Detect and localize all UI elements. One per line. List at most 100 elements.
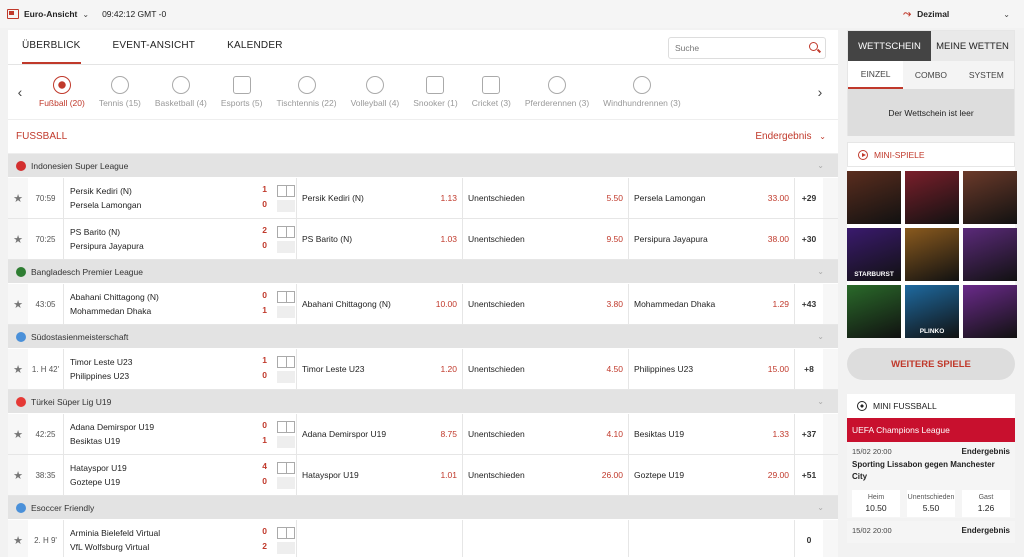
chevron-down-icon[interactable]: ⌄ — [82, 10, 89, 19]
view-selector[interactable]: Euro-Ansicht — [24, 9, 77, 19]
chevron-down-icon[interactable]: ⌄ — [1003, 10, 1010, 19]
league-header[interactable]: Esoccer Friendly ⌄ — [8, 496, 838, 520]
odd-draw-button[interactable]: Unentschieden 3.80 — [463, 284, 629, 324]
odd-away-button[interactable]: Besiktas U19 1.33 — [629, 414, 795, 454]
chevron-left-icon[interactable]: ‹ — [8, 84, 32, 100]
more-markets-button[interactable]: +43 — [795, 284, 823, 324]
match-teams[interactable]: Arminia Bielefeld Virtual VfL Wolfsburg … — [64, 520, 275, 557]
odd-home-button[interactable]: Heim 10.50 — [852, 490, 900, 517]
star-icon[interactable]: ★ — [8, 298, 28, 311]
live-pitch-icon[interactable] — [275, 349, 297, 389]
more-markets-button[interactable]: +51 — [795, 455, 823, 495]
odd-draw-button[interactable] — [463, 520, 629, 557]
tab-event-view[interactable]: EVENT-ANSICHT — [113, 40, 196, 64]
chevron-down-icon[interactable]: ⌄ — [817, 397, 824, 406]
sport-horse-racing[interactable]: Pferderennen (3) — [518, 76, 596, 108]
odd-away-button[interactable] — [629, 520, 795, 557]
odd-home-button[interactable]: Abahani Chittagong (N) 10.00 — [297, 284, 463, 324]
league-header[interactable]: Indonesien Super League ⌄ — [8, 154, 838, 178]
league-header[interactable]: Südostasienmeisterschaft ⌄ — [8, 325, 838, 349]
game-tile[interactable]: STARBURST — [847, 228, 901, 281]
tab-combo[interactable]: COMBO — [903, 61, 959, 89]
star-icon[interactable]: ★ — [8, 428, 28, 441]
more-games-button[interactable]: WEITERE SPIELE — [847, 348, 1015, 380]
live-pitch-icon[interactable] — [275, 455, 297, 495]
sport-soccer[interactable]: Fußball (20) — [32, 76, 92, 108]
game-tile[interactable] — [847, 171, 901, 224]
odd-draw-button[interactable]: Unentschieden 4.50 — [463, 349, 629, 389]
game-tile[interactable]: PLINKO — [905, 285, 959, 338]
more-markets-button[interactable]: +30 — [795, 219, 823, 259]
tab-calendar[interactable]: KALENDER — [227, 40, 283, 64]
chevron-down-icon[interactable]: ⌄ — [817, 267, 824, 276]
search-icon[interactable] — [809, 42, 818, 51]
odd-home-button[interactable]: Adana Demirspor U19 8.75 — [297, 414, 463, 454]
tab-my-bets[interactable]: MEINE WETTEN — [931, 31, 1014, 61]
sport-esports[interactable]: Esports (5) — [214, 76, 270, 108]
odds-format-selector[interactable]: Dezimal — [917, 9, 949, 19]
odd-home-button[interactable]: Persik Kediri (N) 1.13 — [297, 178, 463, 218]
odd-away-button[interactable]: Gast 1.26 — [962, 490, 1010, 517]
sport-greyhound-racing[interactable]: Windhundrennen (3) — [596, 76, 688, 108]
live-pitch-icon[interactable] — [275, 219, 297, 259]
chevron-right-icon[interactable]: › — [808, 84, 832, 100]
sport-snooker[interactable]: Snooker (1) — [406, 76, 464, 108]
match-teams[interactable]: Timor Leste U23 Philippines U23 1 0 — [64, 349, 275, 389]
star-icon[interactable]: ★ — [8, 469, 28, 482]
match-teams[interactable]: Hatayspor U19 Goztepe U19 4 0 — [64, 455, 275, 495]
chevron-down-icon[interactable]: ⌄ — [817, 161, 824, 170]
odd-draw-button[interactable]: Unentschieden 5.50 — [907, 490, 955, 517]
match-teams[interactable]: Abahani Chittagong (N) Mohammedan Dhaka … — [64, 284, 275, 324]
more-markets-button[interactable]: 0 — [795, 520, 823, 557]
sport-tennis[interactable]: Tennis (15) — [92, 76, 148, 108]
league-header[interactable]: Bangladesch Premier League ⌄ — [8, 260, 838, 284]
odd-home-button[interactable]: Timor Leste U23 1.20 — [297, 349, 463, 389]
star-icon[interactable]: ★ — [8, 363, 28, 376]
sport-basketball[interactable]: Basketball (4) — [148, 76, 214, 108]
game-tile[interactable] — [963, 285, 1017, 338]
odd-away-button[interactable]: Persela Lamongan 33.00 — [629, 178, 795, 218]
game-tile[interactable] — [847, 285, 901, 338]
odd-draw-button[interactable]: Unentschieden 9.50 — [463, 219, 629, 259]
odd-away-button[interactable]: Persipura Jayapura 38.00 — [629, 219, 795, 259]
league-header[interactable]: Türkei Süper Lig U19 ⌄ — [8, 390, 838, 414]
odd-away-button[interactable]: Goztepe U19 29.00 — [629, 455, 795, 495]
live-pitch-icon[interactable] — [275, 178, 297, 218]
tab-system[interactable]: SYSTEM — [958, 61, 1014, 89]
odd-home-button[interactable]: PS Barito (N) 1.03 — [297, 219, 463, 259]
star-icon[interactable]: ★ — [8, 192, 28, 205]
star-icon[interactable]: ★ — [8, 233, 28, 246]
odd-draw-button[interactable]: Unentschieden 5.50 — [463, 178, 629, 218]
game-tile[interactable] — [905, 228, 959, 281]
odd-draw-button[interactable]: Unentschieden 26.00 — [463, 455, 629, 495]
live-pitch-icon[interactable] — [275, 414, 297, 454]
game-tile[interactable] — [905, 171, 959, 224]
market-selector[interactable]: Endergebnis ⌄ — [755, 131, 826, 142]
live-pitch-icon[interactable] — [275, 520, 297, 557]
chevron-down-icon[interactable]: ⌄ — [817, 503, 824, 512]
sport-cricket[interactable]: Cricket (3) — [465, 76, 518, 108]
odd-home-button[interactable]: Hatayspor U19 1.01 — [297, 455, 463, 495]
game-tile[interactable] — [963, 228, 1017, 281]
mini-football-match[interactable]: 15/02 20:00 Endergebnis Sporting Lissabo… — [847, 442, 1015, 518]
tab-bet-slip[interactable]: WETTSCHEIN — [848, 31, 931, 61]
tab-single[interactable]: EINZEL — [848, 61, 904, 89]
match-teams[interactable]: PS Barito (N) Persipura Jayapura 2 0 — [64, 219, 275, 259]
live-pitch-icon[interactable] — [275, 284, 297, 324]
more-markets-button[interactable]: +29 — [795, 178, 823, 218]
match-teams[interactable]: Persik Kediri (N) Persela Lamongan 1 0 — [64, 178, 275, 218]
mini-football-match[interactable]: 15/02 20:00 Endergebnis — [847, 521, 1015, 543]
odd-draw-button[interactable]: Unentschieden 4.10 — [463, 414, 629, 454]
match-teams[interactable]: Adana Demirspor U19 Besiktas U19 0 1 — [64, 414, 275, 454]
star-icon[interactable]: ★ — [8, 534, 28, 547]
odd-home-button[interactable] — [297, 520, 463, 557]
sport-volleyball[interactable]: Volleyball (4) — [344, 76, 407, 108]
sport-table-tennis[interactable]: Tischtennis (22) — [269, 76, 343, 108]
search-input[interactable]: Suche — [668, 37, 826, 59]
odd-away-button[interactable]: Mohammedan Dhaka 1.29 — [629, 284, 795, 324]
tab-overview[interactable]: ÜBERBLICK — [22, 40, 81, 64]
chevron-down-icon[interactable]: ⌄ — [817, 332, 824, 341]
odd-away-button[interactable]: Philippines U23 15.00 — [629, 349, 795, 389]
more-markets-button[interactable]: +8 — [795, 349, 823, 389]
game-tile[interactable] — [963, 171, 1017, 224]
